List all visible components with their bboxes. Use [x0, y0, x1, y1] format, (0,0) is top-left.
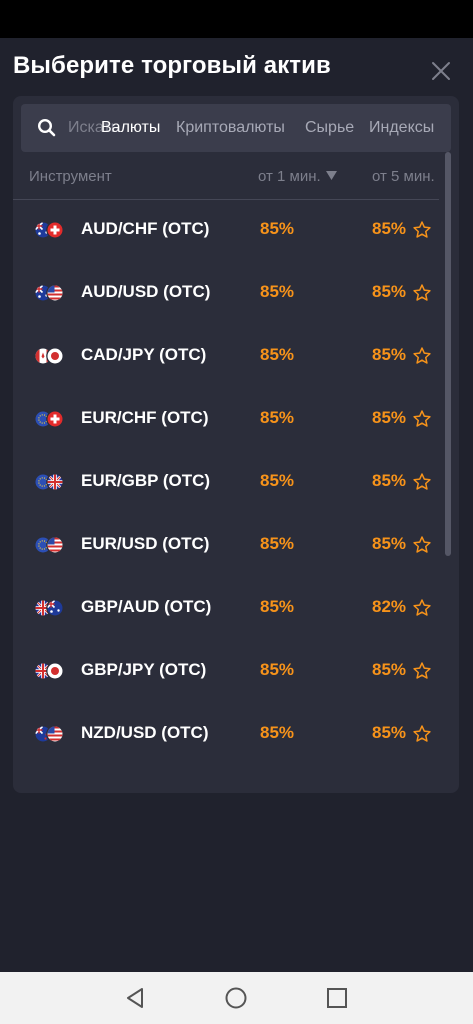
- currency-pair-flag-icon: [34, 410, 64, 428]
- asset-name: EUR/USD (OTC): [81, 534, 210, 553]
- currency-pair-flag-icon: [34, 536, 64, 554]
- star-outline-icon: [413, 410, 431, 427]
- recents-icon: [327, 988, 347, 1008]
- payout-5m: 85%: [372, 219, 407, 238]
- payout-5m: 85%: [372, 282, 407, 301]
- asset-row[interactable]: GBP/JPY (OTC) 85% 85%: [13, 641, 439, 704]
- currency-pair-flag-icon: [34, 284, 64, 302]
- system-nav-bar: [0, 972, 473, 1024]
- asset-name: EUR/CHF (OTC): [81, 408, 209, 427]
- tab-crypto[interactable]: Криптовалюты: [176, 104, 285, 152]
- favorite-button[interactable]: [412, 472, 432, 492]
- payout-1m: 85%: [260, 597, 295, 616]
- currency-pair-flag-icon: [34, 221, 64, 239]
- star-outline-icon: [413, 725, 431, 742]
- payout-5m: 85%: [372, 660, 407, 679]
- asset-row[interactable]: AUD/CHF (OTC) 85% 85%: [13, 200, 439, 263]
- currency-pair-flag-icon: [34, 599, 64, 617]
- tab-currencies[interactable]: Валюты: [101, 104, 160, 152]
- favorite-button[interactable]: [412, 598, 432, 618]
- asset-name: GBP/JPY (OTC): [81, 660, 207, 679]
- payout-1m: 85%: [260, 345, 295, 364]
- favorite-button[interactable]: [412, 220, 432, 240]
- star-outline-icon: [413, 473, 431, 490]
- star-outline-icon: [413, 599, 431, 616]
- currency-pair-flag-icon: [34, 725, 64, 743]
- star-outline-icon: [413, 662, 431, 679]
- payout-5m: 85%: [372, 345, 407, 364]
- payout-1m: 85%: [260, 471, 295, 490]
- favorite-button[interactable]: [412, 283, 432, 303]
- page-title: Выберите торговый актив: [13, 52, 331, 79]
- asset-row[interactable]: EUR/CHF (OTC) 85% 85%: [13, 389, 439, 452]
- payout-1m: 85%: [260, 660, 295, 679]
- payout-1m: 85%: [260, 408, 295, 427]
- star-outline-icon: [413, 347, 431, 364]
- sort-desc-icon: [325, 171, 337, 180]
- asset-name: AUD/CHF (OTC): [81, 219, 210, 238]
- favorite-button[interactable]: [412, 535, 432, 555]
- payout-5m: 82%: [372, 597, 407, 616]
- payout-1m: 85%: [260, 282, 295, 301]
- nav-home-button[interactable]: [223, 985, 249, 1011]
- asset-name: GBP/AUD (OTC): [81, 597, 212, 616]
- home-icon: [225, 987, 247, 1009]
- payout-5m: 85%: [372, 723, 407, 742]
- currency-pair-flag-icon: [34, 662, 64, 680]
- payout-1m: 85%: [260, 534, 295, 553]
- nav-recents-button[interactable]: [324, 985, 350, 1011]
- asset-row[interactable]: GBP/AUD (OTC) 85% 82%: [13, 578, 439, 641]
- close-icon: [432, 62, 450, 80]
- asset-name: AUD/USD (OTC): [81, 282, 211, 301]
- payout-5m: 85%: [372, 534, 407, 553]
- favorite-button[interactable]: [412, 724, 432, 744]
- search-bar: Валюты Криптовалюты Сырье Индексы: [21, 104, 451, 152]
- close-button[interactable]: [426, 56, 456, 86]
- search-icon: [37, 118, 56, 137]
- asset-name: NZD/USD (OTC): [81, 723, 209, 742]
- scrollbar[interactable]: [445, 152, 451, 556]
- payout-5m: 85%: [372, 408, 407, 427]
- star-outline-icon: [413, 536, 431, 553]
- payout-1m: 85%: [260, 723, 295, 742]
- star-outline-icon: [413, 284, 431, 301]
- back-icon: [127, 988, 143, 1008]
- asset-row[interactable]: EUR/GBP (OTC) 85% 85%: [13, 452, 439, 515]
- payout-5m: 85%: [372, 471, 407, 490]
- asset-name: EUR/GBP (OTC): [81, 471, 211, 490]
- asset-row[interactable]: CAD/JPY (OTC) 85% 85%: [13, 326, 439, 389]
- currency-pair-flag-icon: [34, 347, 64, 365]
- favorite-button[interactable]: [412, 409, 432, 429]
- favorite-button[interactable]: [412, 661, 432, 681]
- column-instrument[interactable]: Инструмент: [29, 168, 112, 185]
- asset-row[interactable]: AUD/USD (OTC) 85% 85%: [13, 263, 439, 326]
- tab-commodities[interactable]: Сырье: [305, 104, 354, 152]
- nav-back-button[interactable]: [123, 985, 149, 1011]
- asset-name: CAD/JPY (OTC): [81, 345, 207, 364]
- asset-row[interactable]: EUR/USD (OTC) 85% 85%: [13, 515, 439, 578]
- header: Выберите торговый актив: [0, 38, 473, 96]
- asset-picker-panel: Валюты Криптовалюты Сырье Индексы Инстру…: [13, 96, 459, 793]
- favorite-button[interactable]: [412, 346, 432, 366]
- asset-row[interactable]: NZD/USD (OTC) 85% 85%: [13, 704, 439, 767]
- table-header: Инструмент от 1 мин. от 5 мин.: [13, 162, 439, 200]
- column-payout-1m[interactable]: от 1 мин.: [258, 168, 337, 185]
- payout-1m: 85%: [260, 219, 295, 238]
- column-payout-5m[interactable]: от 5 мин.: [372, 168, 435, 185]
- currency-pair-flag-icon: [34, 473, 64, 491]
- column-payout-1m-label: от 1 мин.: [258, 168, 321, 185]
- asset-list: AUD/CHF (OTC) 85% 85% AUD/USD (OTC) 85% 85% …: [13, 200, 439, 767]
- tab-indices[interactable]: Индексы: [369, 104, 434, 152]
- status-bar: [0, 0, 473, 38]
- star-outline-icon: [413, 221, 431, 238]
